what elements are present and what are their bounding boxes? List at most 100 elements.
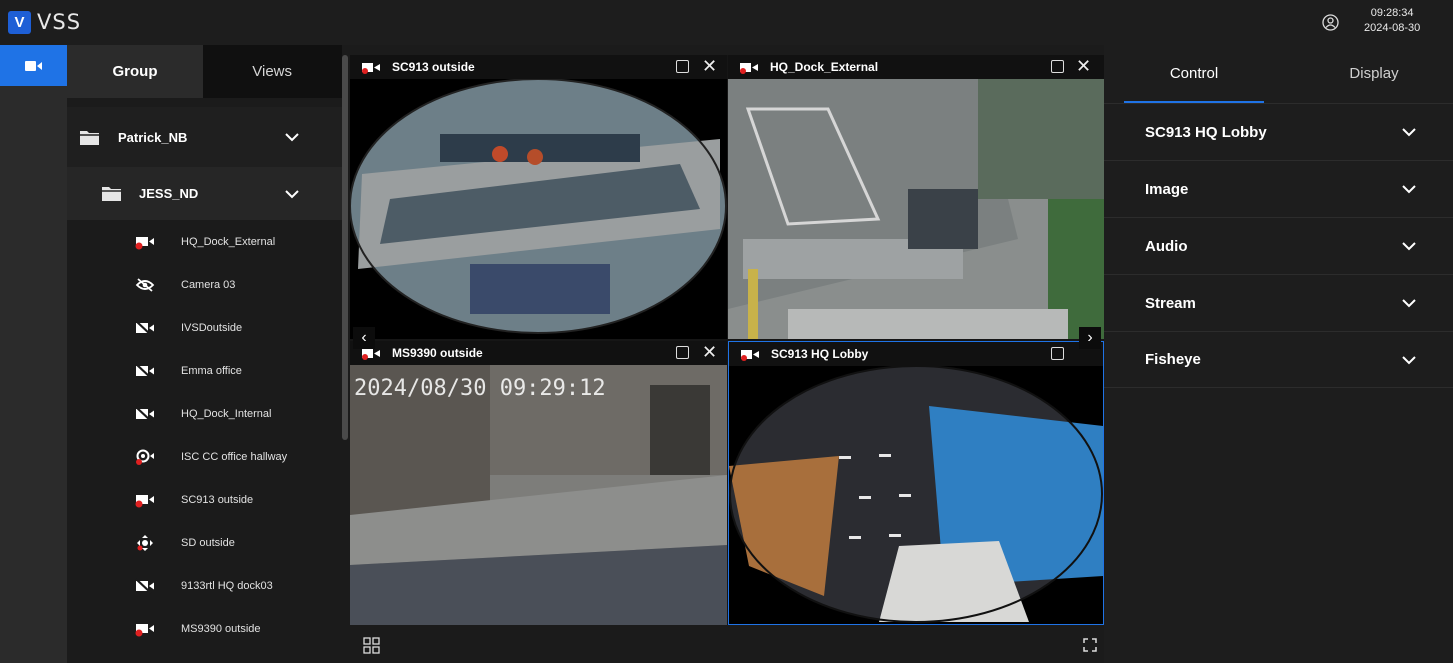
- camera-offline-icon: [135, 319, 154, 336]
- section-label: Audio: [1145, 237, 1188, 255]
- close-icon[interactable]: ✕: [702, 56, 717, 77]
- video-camera-icon: [24, 60, 42, 71]
- eye-camera-icon: [136, 449, 154, 465]
- video-tile-ms9390-outside[interactable]: MS9390 outside ✕ 2024/08/30 09:29:12: [350, 341, 727, 625]
- camera-item-ms9390-outside[interactable]: MS9390 outside: [67, 607, 342, 650]
- chevron-down-icon[interactable]: [285, 132, 299, 142]
- group-patrick-nb[interactable]: Patrick_NB: [67, 107, 342, 167]
- video-feed: [728, 79, 1104, 339]
- maximize-icon[interactable]: [1051, 60, 1064, 73]
- section-label: SC913 HQ Lobby: [1145, 123, 1267, 141]
- live-view-button[interactable]: [0, 45, 67, 86]
- camera-item-isc-cc-office-hallway[interactable]: ISC CC office hallway: [67, 435, 342, 478]
- camera-recording-icon: [740, 63, 758, 74]
- tab-control[interactable]: Control: [1124, 45, 1264, 102]
- section-stream[interactable]: Stream: [1104, 274, 1453, 331]
- section-label: Stream: [1145, 294, 1196, 312]
- tile-title: SC913 outside: [392, 60, 475, 74]
- tile-title: HQ_Dock_External: [770, 60, 879, 74]
- group-label: JESS_ND: [139, 186, 199, 201]
- folder-icon: [102, 187, 121, 201]
- camera-label: MS9390 outside: [181, 622, 261, 635]
- camera-recording-icon: [362, 349, 380, 360]
- camera-item-hq-dock-internal[interactable]: HQ_Dock_Internal: [67, 392, 342, 435]
- tab-display[interactable]: Display: [1304, 45, 1444, 102]
- camera-recording-icon: [362, 63, 380, 74]
- camera-label: Emma office: [181, 364, 242, 377]
- clock-date: 2024-08-30: [1364, 22, 1421, 34]
- chevron-down-icon[interactable]: [1402, 241, 1416, 251]
- close-icon[interactable]: ✕: [702, 342, 717, 363]
- folder-icon: [80, 130, 99, 145]
- camera-item-camera-03[interactable]: Camera 03: [67, 263, 342, 306]
- logo-letter: V: [14, 14, 25, 31]
- tile-title: MS9390 outside: [392, 346, 483, 360]
- tile-header: SC913 outside ✕: [350, 55, 727, 79]
- control-panel: Control Display SC913 HQ Lobby Image Aud…: [1104, 45, 1453, 663]
- camera-label: Camera 03: [181, 278, 236, 291]
- video-feed: [729, 366, 1103, 624]
- device-tree-panel: Group Views Patrick_NB JESS_ND HQ_Dock_E…: [67, 45, 342, 663]
- video-feed: [350, 79, 727, 339]
- camera-recording-icon: [135, 236, 154, 249]
- app-logo-icon: V: [8, 11, 31, 34]
- top-bar: V VSS 09:28:34 2024-08-30: [0, 0, 1453, 45]
- section-label: Fisheye: [1145, 351, 1201, 368]
- camera-item-sd-outside[interactable]: SD outside: [67, 521, 342, 564]
- left-rail: [0, 45, 67, 663]
- maximize-icon[interactable]: [676, 346, 689, 359]
- section-audio[interactable]: Audio: [1104, 217, 1453, 274]
- section-camera[interactable]: SC913 HQ Lobby: [1104, 103, 1453, 160]
- chevron-down-icon[interactable]: [285, 189, 299, 199]
- app-name: VSS: [37, 10, 82, 34]
- maximize-icon[interactable]: [1051, 347, 1064, 360]
- eye-off-icon: [135, 277, 155, 292]
- camera-item-ivsdoutside[interactable]: IVSDoutside: [67, 306, 342, 349]
- camera-item-sc913-outside[interactable]: SC913 outside: [67, 478, 342, 521]
- section-fisheye[interactable]: Fisheye: [1104, 331, 1453, 388]
- section-image[interactable]: Image: [1104, 160, 1453, 217]
- chevron-down-icon[interactable]: [1402, 298, 1416, 308]
- camera-recording-icon: [741, 350, 759, 361]
- video-grid: SC913 outside ✕ HQ_Dock_External ✕ MS939…: [350, 55, 1104, 625]
- video-tile-hq-dock-external[interactable]: HQ_Dock_External ✕: [728, 55, 1104, 339]
- fullscreen-icon[interactable]: [1083, 638, 1097, 652]
- camera-label: 9133rtl HQ dock03: [181, 579, 273, 592]
- camera-item-hq-dock-external[interactable]: HQ_Dock_External: [67, 220, 342, 263]
- tree-tabs: Group Views: [67, 45, 342, 98]
- layout-grid-icon[interactable]: [363, 637, 380, 654]
- group-label: Patrick_NB: [118, 129, 188, 145]
- camera-offline-icon: [135, 362, 154, 379]
- tab-views[interactable]: Views: [203, 45, 342, 98]
- camera-label: ISC CC office hallway: [181, 450, 288, 463]
- group-jess-nd[interactable]: JESS_ND: [67, 167, 342, 220]
- tree-scrollbar[interactable]: [342, 55, 348, 440]
- camera-label: HQ_Dock_Internal: [181, 407, 272, 420]
- camera-label: HQ_Dock_External: [181, 235, 276, 248]
- video-tile-sc913-outside[interactable]: SC913 outside ✕: [350, 55, 727, 339]
- camera-recording-icon: [135, 623, 154, 636]
- tile-header: MS9390 outside ✕: [350, 341, 727, 365]
- chevron-down-icon[interactable]: [1402, 127, 1416, 137]
- section-label: Image: [1145, 180, 1189, 198]
- tile-title: SC913 HQ Lobby: [771, 347, 869, 361]
- tab-group[interactable]: Group: [67, 45, 203, 98]
- previous-page-button[interactable]: ‹: [353, 327, 375, 349]
- user-account-icon[interactable]: [1322, 14, 1339, 31]
- video-tile-sc913-hq-lobby[interactable]: SC913 HQ Lobby ⌃: [728, 341, 1104, 625]
- chevron-down-icon[interactable]: [1402, 184, 1416, 194]
- grid-toolbar: [350, 626, 1104, 663]
- video-feed: 2024/08/30 09:29:12: [350, 365, 727, 625]
- camera-label: SC913 outside: [181, 493, 254, 506]
- camera-label: SD outside: [181, 536, 235, 549]
- camera-item-emma-office[interactable]: Emma office: [67, 349, 342, 392]
- timestamp-overlay: 2024/08/30 09:29:12: [354, 376, 606, 401]
- next-page-button[interactable]: ›: [1079, 327, 1101, 349]
- ptz-icon: [137, 534, 153, 551]
- camera-item-9133rtl-hq-dock03[interactable]: 9133rtl HQ dock03: [67, 564, 342, 607]
- close-icon[interactable]: ✕: [1076, 56, 1091, 77]
- maximize-icon[interactable]: [676, 60, 689, 73]
- camera-offline-icon: [135, 577, 154, 594]
- tile-header: HQ_Dock_External ✕: [728, 55, 1104, 79]
- chevron-down-icon[interactable]: [1402, 355, 1416, 365]
